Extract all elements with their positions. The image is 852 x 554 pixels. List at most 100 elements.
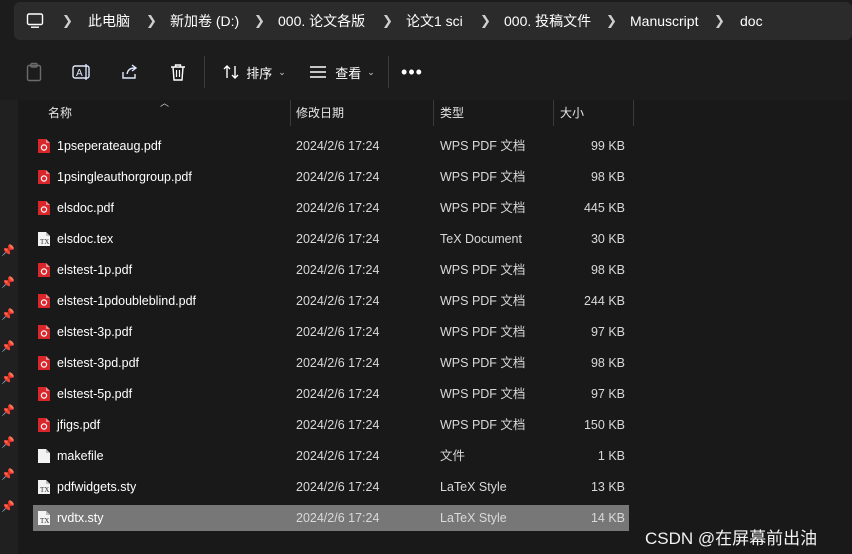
more-options-button[interactable]: ••• <box>400 58 424 86</box>
file-name: elsdoc.pdf <box>57 201 114 215</box>
file-date: 2024/2/6 17:24 <box>296 480 380 494</box>
table-row[interactable]: elstest-1p.pdf 2024/2/6 17:24 WPS PDF 文档 98… <box>33 257 629 283</box>
pdf-icon <box>37 169 51 185</box>
file-type: WPS PDF 文档 <box>440 294 526 308</box>
svg-text:TX: TX <box>40 486 49 494</box>
pdf-icon <box>37 200 51 216</box>
watermark-text: CSDN @在屏幕前出油 <box>645 529 818 548</box>
pin-icon[interactable]: 📌 <box>1 276 15 290</box>
sort-label: 排序 <box>246 65 273 81</box>
column-header-name[interactable]: 名称 <box>48 100 72 126</box>
table-row[interactable]: makefile 2024/2/6 17:24 文件 1 KB <box>33 443 629 469</box>
view-list-icon <box>310 66 327 78</box>
table-row[interactable]: TX pdfwidgets.sty 2024/2/6 17:24 LaTeX Styl… <box>33 474 629 500</box>
file-name: pdfwidgets.sty <box>57 480 137 494</box>
chevron-down-icon: ⌄ <box>367 66 375 77</box>
address-bar[interactable]: ❯ 此电脑 ❯ 新加卷 (D:) ❯ 000. 论文各版 ❯ 论文1 sci ❯… <box>14 2 852 40</box>
pin-icon[interactable]: 📌 <box>1 404 15 418</box>
sort-ascending-icon: ︿ <box>160 98 170 108</box>
table-row[interactable]: elsdoc.pdf 2024/2/6 17:24 WPS PDF 文档 445 KB <box>33 195 629 221</box>
chevron-right-icon[interactable]: ❯ <box>254 2 265 40</box>
file-size: 99 KB <box>590 139 625 153</box>
table-row[interactable]: jfigs.pdf 2024/2/6 17:24 WPS PDF 文档 150 KB <box>33 412 629 438</box>
share-button[interactable] <box>118 58 142 86</box>
table-row[interactable]: elstest-3pd.pdf 2024/2/6 17:24 WPS PDF 文档 9… <box>33 350 629 376</box>
view-button[interactable]: 查看 ⌄ <box>306 58 378 86</box>
file-date: 2024/2/6 17:24 <box>296 170 380 184</box>
breadcrumb-folder-doc[interactable]: doc <box>740 2 763 40</box>
breadcrumb-drive-d[interactable]: 新加卷 (D:) <box>170 2 239 40</box>
table-row[interactable]: elstest-5p.pdf 2024/2/6 17:24 WPS PDF 文档 97… <box>33 381 629 407</box>
file-name: elsdoc.tex <box>57 232 114 246</box>
file-name: elstest-3p.pdf <box>57 325 133 339</box>
file-type: WPS PDF 文档 <box>440 263 526 277</box>
table-row[interactable]: elstest-1pdoubleblind.pdf 2024/2/6 17:24 W… <box>33 288 629 314</box>
file-date: 2024/2/6 17:24 <box>296 232 380 246</box>
file-date: 2024/2/6 17:24 <box>296 294 380 308</box>
pin-icon[interactable]: 📌 <box>1 500 15 514</box>
file-type: TeX Document <box>440 232 522 246</box>
table-row[interactable]: elstest-3p.pdf 2024/2/6 17:24 WPS PDF 文档 97… <box>33 319 629 345</box>
column-divider[interactable] <box>633 100 634 126</box>
file-date: 2024/2/6 17:24 <box>296 201 380 215</box>
paste-button[interactable] <box>22 58 46 86</box>
file-date: 2024/2/6 17:24 <box>296 356 380 370</box>
file-date: 2024/2/6 17:24 <box>296 449 380 463</box>
file-size: 98 KB <box>590 170 625 184</box>
pin-icon[interactable]: 📌 <box>1 340 15 354</box>
file-type: WPS PDF 文档 <box>440 356 526 370</box>
breadcrumb-this-pc[interactable]: 此电脑 <box>88 2 130 40</box>
tex-icon: TX <box>37 231 51 247</box>
svg-text:TX: TX <box>40 238 49 246</box>
breadcrumb-folder-submission[interactable]: 000. 投稿文件 <box>504 2 591 40</box>
pin-icon[interactable]: 📌 <box>1 468 15 482</box>
pin-icon[interactable]: 📌 <box>1 244 15 258</box>
file-name: rvdtx.sty <box>57 511 104 525</box>
file-size: 98 KB <box>590 263 625 277</box>
toolbar-divider <box>204 56 205 88</box>
file-size: 97 KB <box>590 325 625 339</box>
table-row[interactable]: 1psingleauthorgroup.pdf 2024/2/6 17:24 WPS… <box>33 164 629 190</box>
pin-icon[interactable]: 📌 <box>1 308 15 322</box>
toolbar-divider <box>388 56 389 88</box>
breadcrumb-folder-versions[interactable]: 000. 论文各版 <box>278 2 365 40</box>
column-header-size[interactable]: 大小 <box>560 100 584 126</box>
file-type: WPS PDF 文档 <box>440 201 526 215</box>
breadcrumb-folder-paper1[interactable]: 论文1 sci <box>406 2 463 40</box>
pin-icon[interactable]: 📌 <box>1 372 15 386</box>
column-divider[interactable] <box>433 100 434 126</box>
file-icon <box>37 448 51 464</box>
table-row[interactable]: 1pseperateaug.pdf 2024/2/6 17:24 WPS PDF 文… <box>33 133 629 159</box>
share-icon <box>122 64 138 79</box>
breadcrumb-folder-manuscript[interactable]: Manuscript <box>630 2 698 40</box>
delete-button[interactable] <box>166 58 190 86</box>
table-row[interactable]: TX rvdtx.sty 2024/2/6 17:24 LaTeX Style 14 K… <box>33 505 629 531</box>
sort-icon <box>223 65 239 79</box>
pin-icon[interactable]: 📌 <box>1 436 15 450</box>
table-row[interactable]: TX elsdoc.tex 2024/2/6 17:24 TeX Document 30… <box>33 226 629 252</box>
file-name: makefile <box>57 449 104 463</box>
column-header-date[interactable]: 修改日期 <box>296 100 344 126</box>
column-divider[interactable] <box>290 100 291 126</box>
chevron-right-icon[interactable]: ❯ <box>480 2 491 40</box>
rename-button[interactable]: A <box>70 58 94 86</box>
sort-button[interactable]: 排序 ⌄ <box>218 58 290 86</box>
chevron-right-icon[interactable]: ❯ <box>62 2 73 40</box>
file-size: 30 KB <box>590 232 625 246</box>
computer-icon[interactable] <box>26 12 44 30</box>
pdf-icon <box>37 293 51 309</box>
tex-icon: TX <box>37 479 51 495</box>
file-type: WPS PDF 文档 <box>440 418 526 432</box>
file-type: LaTeX Style <box>440 511 507 525</box>
pdf-icon <box>37 417 51 433</box>
column-divider[interactable] <box>553 100 554 126</box>
rename-icon: A <box>72 64 90 80</box>
chevron-right-icon[interactable]: ❯ <box>606 2 617 40</box>
chevron-right-icon[interactable]: ❯ <box>382 2 393 40</box>
column-header-type[interactable]: 类型 <box>440 100 464 126</box>
pdf-icon <box>37 138 51 154</box>
chevron-right-icon[interactable]: ❯ <box>714 2 725 40</box>
file-size: 244 KB <box>583 294 625 308</box>
trash-icon <box>171 64 185 81</box>
chevron-right-icon[interactable]: ❯ <box>146 2 157 40</box>
